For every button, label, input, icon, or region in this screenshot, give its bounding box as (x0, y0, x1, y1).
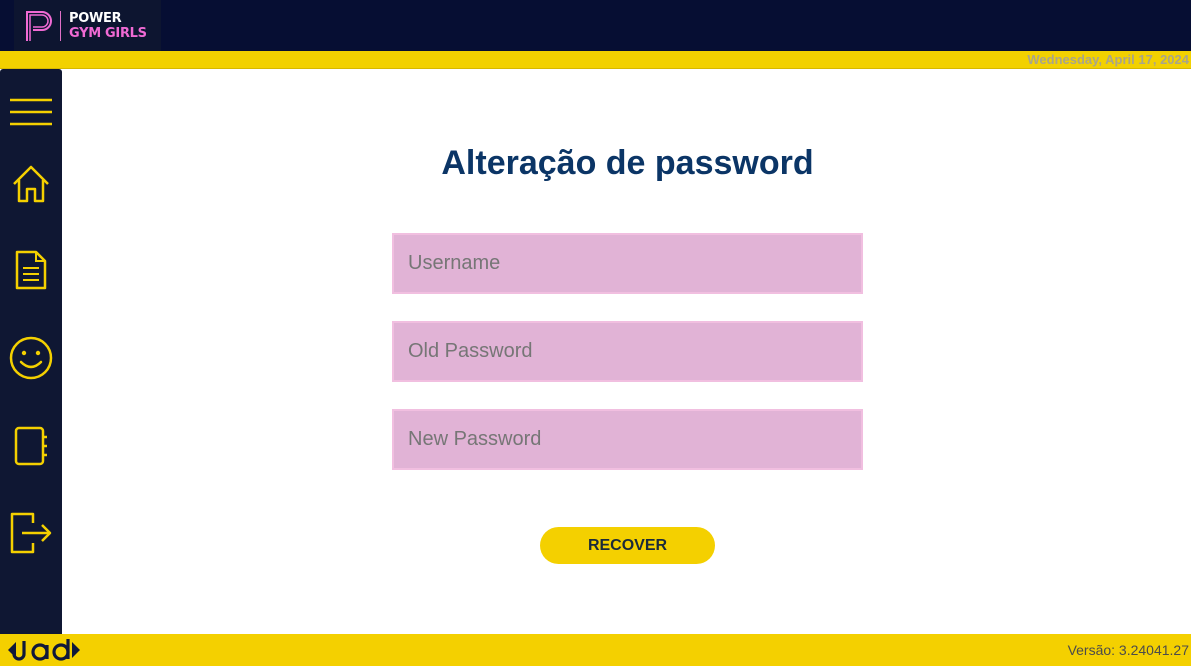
username-field[interactable] (392, 233, 863, 294)
sidebar-item-notebook[interactable] (0, 411, 62, 481)
sidebar-item-home[interactable] (0, 149, 62, 219)
logo-divider (60, 10, 61, 41)
current-date: Wednesday, April 17, 2024 (1027, 52, 1189, 67)
recover-button[interactable]: RECOVER (540, 527, 715, 564)
sidebar-item-menu[interactable] (0, 77, 62, 147)
logout-icon (10, 512, 52, 554)
top-bar: POWER GYM GIRLS (0, 0, 1191, 51)
sidebar-item-logout[interactable] (0, 498, 62, 568)
jad-logo-icon (8, 639, 80, 661)
smiley-icon (9, 336, 53, 380)
sidebar-item-profile[interactable] (0, 323, 62, 393)
version-label: Versão: 3.24041.27 (1067, 642, 1189, 658)
power-logo-icon (26, 10, 52, 41)
logo-line1: POWER (69, 10, 122, 26)
footer-bar: Versão: 3.24041.27 (0, 634, 1191, 666)
app-logo[interactable]: POWER GYM GIRLS (14, 0, 161, 51)
new-password-field[interactable] (392, 409, 863, 470)
old-password-field[interactable] (392, 321, 863, 382)
menu-icon (10, 98, 52, 126)
logo-wordmark: POWER GYM GIRLS (69, 11, 147, 41)
logo-line2: GYM GIRLS (69, 25, 147, 41)
document-icon (15, 250, 47, 290)
home-icon (13, 165, 49, 203)
sidebar (0, 69, 62, 634)
sidebar-item-documents[interactable] (0, 235, 62, 305)
page-title: Alteração de password (441, 144, 814, 182)
date-bar: Wednesday, April 17, 2024 (0, 51, 1191, 69)
notebook-icon (14, 426, 47, 466)
